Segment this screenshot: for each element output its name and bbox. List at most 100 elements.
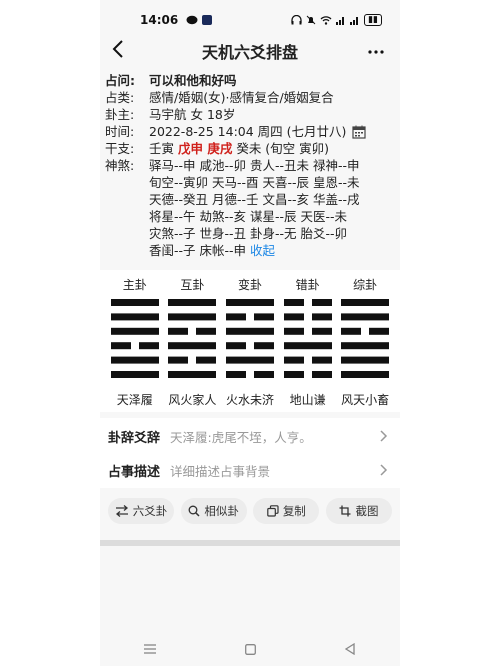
signal-icon-2 <box>350 17 359 25</box>
hexagram-column[interactable]: 变卦 火水未济 <box>221 276 279 408</box>
time-key: 时间: <box>105 124 135 139</box>
gua-ci-text: 天泽履:虎尾不垤，人亨。 <box>170 429 312 445</box>
signal-icon <box>336 17 345 25</box>
yin-line-segment <box>225 342 246 350</box>
shensha-line-last: 香闺--子 床帐--申 收起 <box>149 242 395 259</box>
yang-line <box>168 299 217 306</box>
collapse-link[interactable]: 收起 <box>250 243 275 258</box>
shensha-key: 神煞: <box>105 158 135 173</box>
shensha-line: 将星--午 劫煞--亥 谋星--辰 天医--未 <box>149 209 348 224</box>
hexagram-label: 主卦 <box>122 278 147 292</box>
yin-line-segment <box>311 313 332 321</box>
yang-line <box>341 356 390 364</box>
hexagram-column[interactable]: 互卦 风火家人 <box>164 276 222 408</box>
status-system-icons: ▮▮ <box>291 14 382 26</box>
hexagram-figure <box>283 299 332 378</box>
screenshot-button-label: 截图 <box>355 504 379 518</box>
hexagram-panel: 主卦 天泽履 互卦 风火家人 变卦 火水未济 错卦 地山谦 综卦 风天小畜 <box>100 270 400 412</box>
yin-line-segment <box>196 356 217 364</box>
hexagram-figure <box>168 299 217 378</box>
status-notification-icons <box>186 15 213 25</box>
zhanshi-placeholder: 详细描述占事背景 <box>170 463 271 479</box>
more-dots-icon <box>368 50 384 54</box>
liuyao-button[interactable]: 六爻卦 <box>108 498 174 524</box>
yin-line-segment <box>168 327 189 335</box>
category-key: 占类: <box>105 90 135 105</box>
copy-button-label: 复制 <box>282 504 306 518</box>
question-row: 占问: 可以和他和好吗 <box>105 72 395 89</box>
similar-button[interactable]: 相似卦 <box>180 498 247 524</box>
action-button-bar: 六爻卦 相似卦 复制 截图 <box>100 498 400 528</box>
page-title: 天机六爻排盘 <box>201 43 298 62</box>
liuyao-button-label: 六爻卦 <box>132 504 168 518</box>
gua-ci-row[interactable]: 卦辞爻辞 天泽履:虎尾不垤，人亨。 <box>100 418 400 454</box>
zhanshi-row[interactable]: 占事描述 详细描述占事背景 <box>100 452 400 488</box>
ganzhi-year: 壬寅 <box>149 141 178 156</box>
yin-line-segment <box>253 342 274 350</box>
ganzhi-hour: 癸未 (旬空 寅卯) <box>232 141 330 156</box>
app-icon <box>202 15 213 25</box>
recents-button[interactable] <box>135 644 165 654</box>
ganzhi-row: 干支: 壬寅 戊申 庚戌 癸未 (旬空 寅卯) <box>105 140 395 157</box>
hexagram-figure <box>341 299 390 378</box>
chat-icon <box>186 15 198 25</box>
yin-line-segment <box>311 327 332 335</box>
question-key: 占问: <box>105 73 135 88</box>
yin-line-segment <box>283 327 304 335</box>
swap-icon <box>115 505 128 517</box>
triangle-back-icon <box>345 643 355 655</box>
yang-line <box>225 299 274 306</box>
back-button[interactable] <box>112 36 124 66</box>
yin-line-segment <box>225 371 246 378</box>
yang-line <box>225 356 274 364</box>
yang-line <box>168 313 217 321</box>
yin-line-segment <box>311 299 332 306</box>
nav-bar: 天机六爻排盘 <box>100 34 400 68</box>
square-icon <box>244 643 256 655</box>
hexagram-column[interactable]: 错卦 地山谦 <box>279 276 337 408</box>
bottom-divider <box>100 540 400 546</box>
yin-line-segment <box>110 342 131 350</box>
chevron-left-icon <box>112 40 123 58</box>
yin-line-segment <box>283 356 304 364</box>
wifi-icon <box>320 16 332 25</box>
copy-button[interactable]: 复制 <box>253 498 320 524</box>
yin-line-segment <box>341 327 362 335</box>
shensha-last-text: 香闺--子 床帐--申 <box>149 243 250 258</box>
ganzhi-value: 壬寅 戊申 庚戌 癸未 (旬空 寅卯) <box>149 140 395 157</box>
yang-line <box>110 356 159 364</box>
yin-line-segment <box>283 313 304 321</box>
system-nav-bar <box>100 636 400 662</box>
hexagram-name: 天泽履 <box>116 393 153 407</box>
hexagram-label: 综卦 <box>353 278 378 292</box>
status-time: 14:06 <box>140 13 179 27</box>
headphone-icon <box>291 15 302 25</box>
yin-line-segment <box>196 327 217 335</box>
hexagram-column[interactable]: 主卦 天泽履 <box>106 276 164 408</box>
yin-line-segment <box>369 327 390 335</box>
calendar-icon[interactable] <box>352 125 366 139</box>
home-button[interactable] <box>235 643 265 655</box>
app-screen: 14:06 ▮▮ 天机六爻排盘 占问: 可以和他和好吗 占类: 感情/婚姻(女)… <box>100 0 400 666</box>
ganzhi-month-day: 戊申 庚戌 <box>177 141 233 156</box>
similar-button-label: 相似卦 <box>204 504 239 518</box>
copy-icon <box>267 505 279 517</box>
hexagram-column[interactable]: 综卦 风天小畜 <box>336 276 394 408</box>
shensha-line: 灾煞--子 世身--丑 卦身--无 胎爻--卯 <box>149 226 348 241</box>
hexagram-name: 风火家人 <box>168 393 217 407</box>
hexagram-name: 地山谦 <box>289 393 326 407</box>
hexagram-columns: 主卦 天泽履 互卦 风火家人 变卦 火水未济 错卦 地山谦 综卦 风天小畜 <box>100 270 400 408</box>
category-value: 感情/婚姻(女)·感情复合/婚姻复合 <box>149 90 334 105</box>
more-button[interactable] <box>368 38 384 59</box>
yang-line <box>110 299 159 306</box>
time-row: 时间: 2022-8-25 14:04 周四 (七月廿八) <box>105 123 395 140</box>
shensha-line: 天德--癸丑 月德--壬 文昌--亥 华盖--戌 <box>149 192 360 207</box>
screenshot-button[interactable]: 截图 <box>325 498 392 524</box>
subject-row: 卦主: 马宇航 女 18岁 <box>105 106 395 123</box>
yang-line <box>283 342 332 350</box>
hexagram-label: 互卦 <box>180 278 205 292</box>
system-back-button[interactable] <box>335 643 365 655</box>
yang-line <box>110 327 159 335</box>
yin-line-segment <box>138 342 159 350</box>
zhanshi-title: 占事描述 <box>108 464 161 480</box>
